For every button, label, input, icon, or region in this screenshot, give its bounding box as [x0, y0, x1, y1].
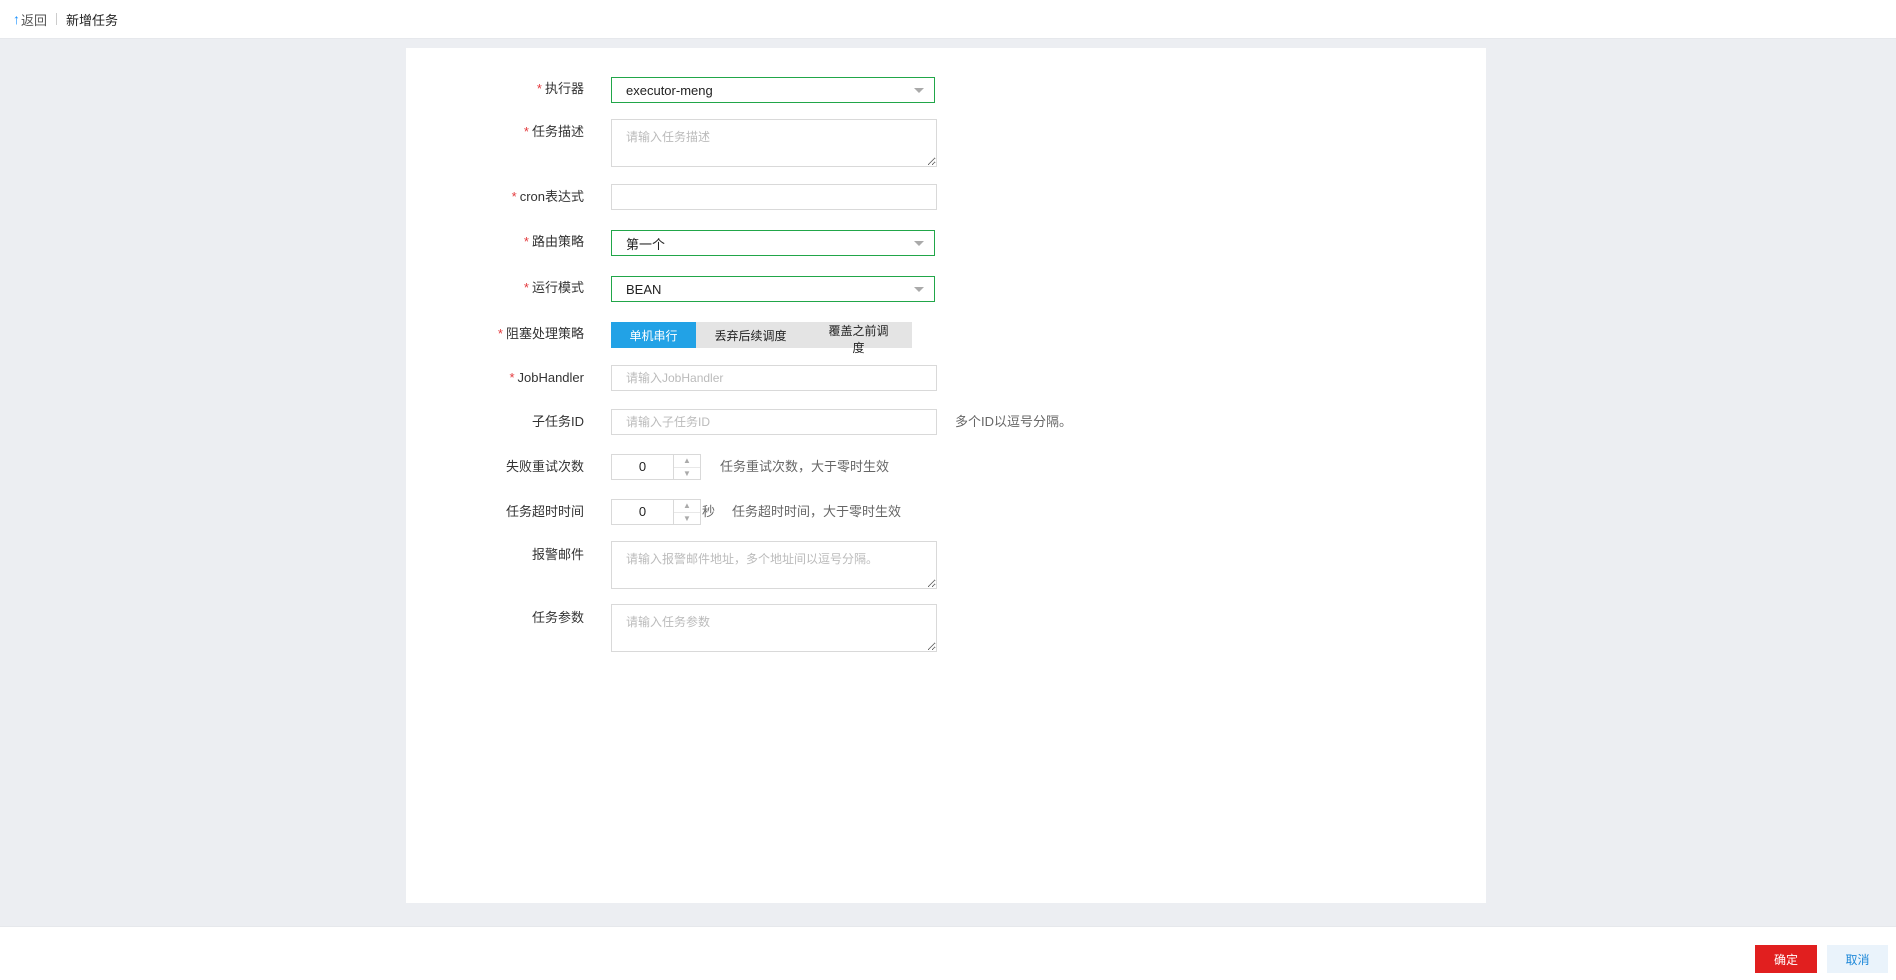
- child-task-label: 子任务ID: [531, 414, 584, 429]
- block-strategy-button-group: 单机串行 丢弃后续调度 覆盖之前调度: [611, 322, 912, 355]
- timeout-value[interactable]: 0: [612, 500, 674, 524]
- footer-bar: 确定 取消: [0, 926, 1896, 980]
- decrement-icon[interactable]: ▼: [674, 468, 700, 480]
- route-select[interactable]: 第一个: [611, 230, 935, 256]
- retry-value[interactable]: 0: [612, 455, 674, 479]
- increment-icon[interactable]: ▲: [674, 500, 700, 513]
- retry-label: 失败重试次数: [505, 459, 584, 474]
- child-task-input[interactable]: [611, 409, 937, 435]
- cancel-button[interactable]: 取消: [1827, 945, 1888, 973]
- run-mode-value: BEAN: [626, 281, 662, 297]
- retry-stepper[interactable]: 0 ▲ ▼: [611, 454, 701, 480]
- cron-input[interactable]: [611, 184, 937, 210]
- timeout-stepper-arrows: ▲ ▼: [674, 500, 700, 524]
- executor-label: * 执行器: [536, 81, 584, 96]
- alarm-email-textarea[interactable]: [611, 541, 937, 589]
- block-strategy-label: * 阻塞处理策略: [497, 326, 584, 341]
- block-strategy-cover-button[interactable]: 覆盖之前调度: [805, 322, 912, 355]
- chevron-down-icon: [914, 287, 924, 292]
- child-task-hint: 多个ID以逗号分隔。: [955, 414, 1073, 429]
- timeout-stepper[interactable]: 0 ▲ ▼: [611, 499, 701, 525]
- run-mode-label: * 运行模式: [523, 280, 584, 295]
- job-handler-label: * JobHandler: [509, 370, 584, 385]
- description-label: * 任务描述: [523, 124, 584, 139]
- retry-stepper-arrows: ▲ ▼: [674, 455, 700, 479]
- page-title: 新增任务: [66, 12, 119, 28]
- chevron-down-icon: [914, 241, 924, 246]
- timeout-unit: 秒: [702, 504, 716, 519]
- retry-hint: 任务重试次数，大于零时生效: [720, 459, 890, 474]
- confirm-button[interactable]: 确定: [1755, 945, 1817, 973]
- form-panel: *执行器 executor-meng *任务描述 *cron表达式 *路由策略 …: [406, 48, 1486, 903]
- chevron-down-icon: [914, 88, 924, 93]
- route-label: * 路由策略: [523, 234, 584, 249]
- block-strategy-serial-button[interactable]: 单机串行: [611, 322, 696, 348]
- params-label: 任务参数: [531, 610, 584, 625]
- route-value: 第一个: [626, 236, 666, 252]
- decrement-icon[interactable]: ▼: [674, 513, 700, 525]
- timeout-label: 任务超时时间: [505, 504, 584, 519]
- params-textarea[interactable]: [611, 604, 937, 652]
- executor-select[interactable]: executor-meng: [611, 77, 935, 103]
- executor-value: executor-meng: [626, 82, 713, 98]
- cron-label: * cron表达式: [511, 189, 584, 204]
- alarm-email-label: 报警邮件: [531, 547, 584, 562]
- job-handler-input[interactable]: [611, 365, 937, 391]
- header-divider: [56, 13, 58, 25]
- block-strategy-discard-button[interactable]: 丢弃后续调度: [696, 322, 805, 348]
- back-button[interactable]: ↑ 返回: [13, 10, 47, 29]
- back-arrow-icon: ↑: [13, 11, 20, 27]
- run-mode-select[interactable]: BEAN: [611, 276, 935, 302]
- back-label: 返回: [21, 12, 48, 28]
- timeout-hint: 任务超时时间，大于零时生效: [732, 504, 902, 519]
- description-textarea[interactable]: [611, 119, 937, 167]
- top-bar: ↑ 返回 新增任务: [0, 0, 1896, 39]
- increment-icon[interactable]: ▲: [674, 455, 700, 468]
